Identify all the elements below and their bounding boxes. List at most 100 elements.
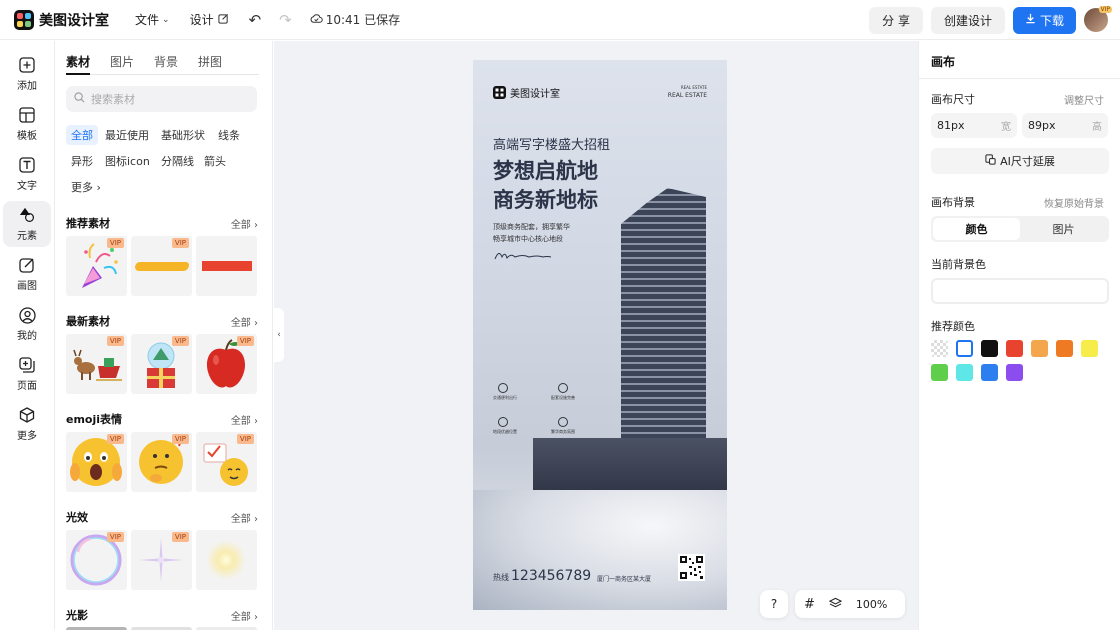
app-logo[interactable]: 美图设计室: [14, 9, 109, 30]
section-more-link[interactable]: 全部 ›: [231, 510, 258, 525]
search-placeholder: 搜索素材: [91, 93, 135, 106]
rail-item-elements[interactable]: 元素: [3, 201, 51, 247]
layers-icon[interactable]: [828, 597, 843, 612]
asset-yellow-stroke[interactable]: VIP: [131, 236, 192, 296]
grid-icon[interactable]: #: [804, 597, 815, 612]
design-menu[interactable]: 设计: [190, 11, 229, 28]
create-design-button[interactable]: 创建设计: [930, 6, 1005, 34]
avatar[interactable]: VIP: [1084, 6, 1112, 32]
bg-type-color[interactable]: 颜色: [933, 218, 1020, 240]
poster-subtitle[interactable]: 高端写字楼盛大招租: [493, 134, 610, 153]
asset-emoji-checklist[interactable]: VIP: [196, 432, 257, 492]
feature-icon: [498, 383, 508, 393]
section-more-link[interactable]: 全部 ›: [231, 314, 258, 329]
asset-emoji-scared[interactable]: VIP: [66, 432, 127, 492]
plus-square-icon: [18, 56, 36, 74]
rail-item-pages[interactable]: 页面: [3, 351, 51, 397]
file-menu[interactable]: 文件 ⌄: [135, 11, 170, 28]
asset-sparkle[interactable]: VIP: [131, 530, 192, 590]
poster-address[interactable]: 厦门一商务区某大厦: [597, 574, 651, 583]
rail-item-draw[interactable]: 画图: [3, 251, 51, 297]
tab-images[interactable]: 图片: [110, 53, 134, 74]
color-swatch[interactable]: [956, 364, 973, 381]
poster-phone[interactable]: 热线 123456789: [493, 568, 591, 584]
section-more-link[interactable]: 全部 ›: [231, 608, 258, 623]
chip-more[interactable]: 更多 ›: [66, 177, 106, 197]
poster-headline-2[interactable]: 商务新地标: [493, 184, 598, 214]
color-swatch[interactable]: [981, 364, 998, 381]
poster-brand-right-top: REAL ESTATE: [680, 85, 707, 90]
qr-code[interactable]: [678, 554, 705, 581]
tab-materials[interactable]: 素材: [66, 53, 91, 75]
cube-icon: [18, 406, 36, 424]
asset-reindeer-sleigh[interactable]: VIP: [66, 334, 127, 394]
resize-link[interactable]: 调整尺寸: [1064, 92, 1104, 107]
canvas-size-label: 画布尺寸: [931, 93, 975, 106]
zoom-level[interactable]: 100%: [856, 598, 887, 611]
poster-headline-1[interactable]: 梦想启航地: [493, 155, 598, 185]
width-field[interactable]: 81px 宽: [931, 113, 1017, 138]
tab-backgrounds[interactable]: 背景: [154, 53, 178, 74]
poster-brand[interactable]: 美图设计室: [493, 85, 560, 100]
ai-extend-button[interactable]: AI尺寸延展: [931, 148, 1109, 174]
color-swatch[interactable]: [1006, 340, 1023, 357]
color-swatch[interactable]: [956, 340, 973, 357]
poster-description[interactable]: 顶级商务配套，拥享繁华 畅享城市中心核心地段: [493, 221, 570, 245]
poster-feature[interactable]: 繁华商务氛围: [551, 417, 575, 435]
chip-basic-shapes[interactable]: 基础形状: [156, 125, 210, 145]
section-more-link[interactable]: 全部 ›: [231, 216, 258, 231]
rail-item-text[interactable]: 文字: [3, 151, 51, 197]
chip-irregular[interactable]: 异形: [66, 151, 98, 171]
asset-red-apple[interactable]: VIP: [196, 334, 257, 394]
color-swatch[interactable]: [1031, 340, 1048, 357]
chip-icons[interactable]: 图标icon: [100, 151, 155, 171]
current-bg-color[interactable]: [931, 278, 1109, 304]
poster-feature[interactable]: 交通便利出行: [493, 383, 517, 401]
color-swatch[interactable]: [931, 340, 948, 357]
rail-item-mine[interactable]: 我的: [3, 301, 51, 347]
undo-icon[interactable]: ↶: [249, 11, 262, 29]
redo-icon[interactable]: ↷: [279, 11, 292, 29]
poster-feature[interactable]: 地段优越位置: [493, 417, 517, 435]
rail-item-more[interactable]: 更多: [3, 401, 51, 447]
search-icon: [74, 92, 85, 106]
asset-bubble[interactable]: VIP: [66, 530, 127, 590]
restore-bg-link[interactable]: 恢复原始背景: [1044, 195, 1104, 210]
color-swatch[interactable]: [1056, 340, 1073, 357]
asset-glow[interactable]: [196, 530, 257, 590]
color-swatch[interactable]: [981, 340, 998, 357]
chip-arrows[interactable]: 箭头: [199, 151, 231, 171]
color-swatch[interactable]: [1006, 364, 1023, 381]
assets-panel: 素材 图片 背景 拼图 搜索素材 全部 最近使用 基础形状 线条 异形 图标ic…: [55, 41, 273, 630]
color-swatch[interactable]: [1081, 340, 1098, 357]
collapse-panel-button[interactable]: ‹: [274, 308, 284, 362]
section-more-link[interactable]: 全部 ›: [231, 412, 258, 427]
search-input[interactable]: 搜索素材: [66, 86, 257, 112]
download-button[interactable]: 下载: [1012, 6, 1076, 34]
asset-snow-globe-gift[interactable]: VIP: [131, 334, 192, 394]
tab-collage[interactable]: 拼图: [198, 53, 222, 74]
chevron-left-icon: ‹: [277, 330, 281, 340]
rail-item-template[interactable]: 模板: [3, 101, 51, 147]
bg-type-image[interactable]: 图片: [1020, 218, 1107, 240]
color-swatch[interactable]: [931, 364, 948, 381]
feature-label: 交通便利出行: [493, 395, 517, 400]
top-bar: 美图设计室 文件 ⌄ 设计 ↶ ↷ 10:41 已保存 分 享 创建设计 下载 …: [0, 0, 1120, 40]
share-button[interactable]: 分 享: [869, 6, 923, 34]
poster-brand-right[interactable]: REAL ESTATE REAL ESTATE: [668, 84, 707, 100]
chip-recent[interactable]: 最近使用: [100, 125, 154, 145]
vip-badge: VIP: [1098, 6, 1112, 13]
cloud-icon: [310, 13, 323, 27]
height-field[interactable]: 89px 高: [1022, 113, 1108, 138]
chip-dividers[interactable]: 分隔线: [156, 151, 199, 171]
chip-all[interactable]: 全部: [66, 125, 98, 145]
asset-emoji-thinking[interactable]: VIP: [131, 432, 192, 492]
chip-lines[interactable]: 线条: [213, 125, 245, 145]
poster-canvas[interactable]: 美图设计室 REAL ESTATE REAL ESTATE 高端写字楼盛大招租 …: [473, 60, 727, 610]
asset-party-popper[interactable]: VIP: [66, 236, 127, 296]
rail-item-add[interactable]: 添加: [3, 51, 51, 97]
help-button[interactable]: ?: [760, 590, 788, 618]
logo-icon: [14, 9, 34, 30]
poster-feature[interactable]: 配套设施完善: [551, 383, 575, 401]
asset-red-bar[interactable]: [196, 236, 257, 296]
